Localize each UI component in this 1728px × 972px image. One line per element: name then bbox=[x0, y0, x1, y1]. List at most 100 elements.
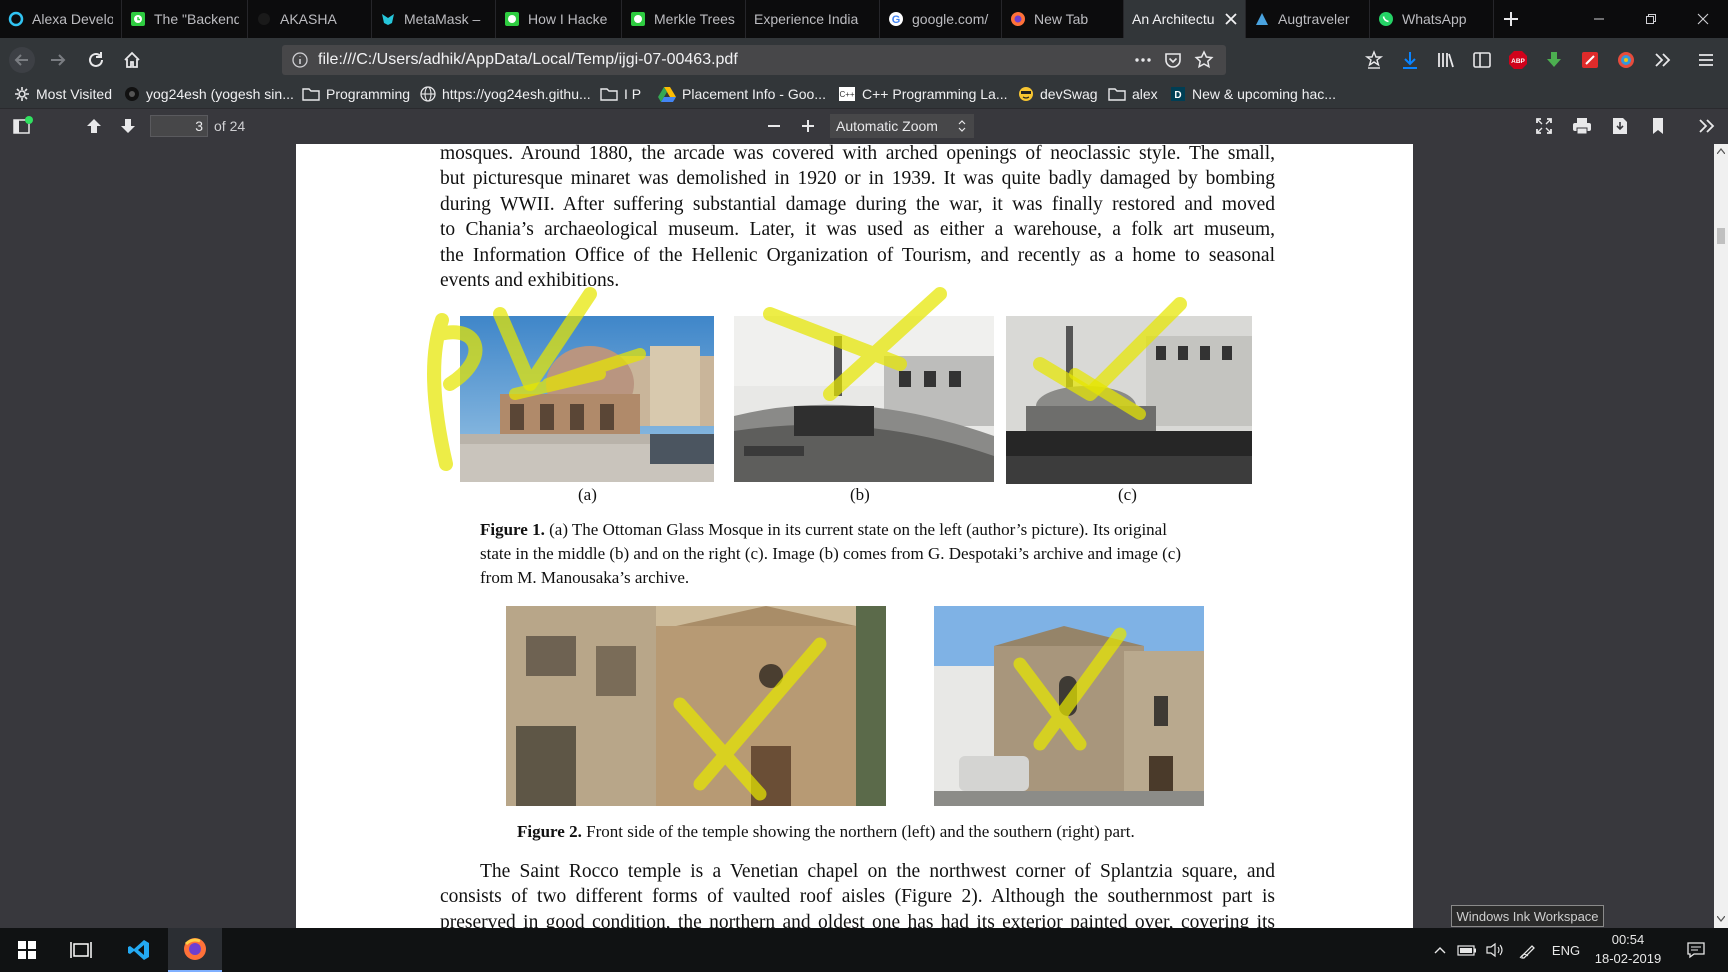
tab-new-tab[interactable]: New Tab bbox=[1002, 0, 1124, 38]
select-arrows-icon bbox=[958, 114, 966, 138]
svg-text:ABP: ABP bbox=[1511, 58, 1525, 65]
bookmark-new-upcoming-hackathons[interactable]: D New & upcoming hac... bbox=[1170, 80, 1336, 108]
bookmark-ip[interactable]: I P bbox=[600, 80, 641, 108]
globe-icon bbox=[420, 86, 436, 102]
page-actions-icon[interactable] bbox=[1134, 51, 1152, 69]
home-icon[interactable] bbox=[116, 46, 148, 74]
toggle-sidebar-icon[interactable] bbox=[6, 111, 38, 141]
bookmark-most-visited[interactable]: Most Visited bbox=[14, 80, 112, 108]
library-icon[interactable] bbox=[1430, 46, 1462, 74]
sidebar-toggle-icon[interactable] bbox=[1466, 46, 1498, 74]
input-language[interactable]: ENG bbox=[1548, 928, 1584, 972]
minimize-window-icon[interactable] bbox=[1576, 0, 1622, 38]
page-number-input[interactable]: 3 bbox=[150, 115, 208, 137]
scroll-down-arrow-icon[interactable] bbox=[1717, 916, 1725, 922]
folder-icon bbox=[600, 86, 618, 102]
tab-alexa[interactable]: Alexa Develo bbox=[0, 0, 122, 38]
clock[interactable]: 00:54 18-02-2019 bbox=[1588, 930, 1668, 970]
gear-icon bbox=[14, 86, 30, 102]
vertical-scrollbar[interactable] bbox=[1714, 144, 1728, 928]
close-tab-icon[interactable] bbox=[1225, 13, 1237, 25]
adblock-plus-icon[interactable]: ABP bbox=[1502, 46, 1534, 74]
windows-ink-pen-icon[interactable] bbox=[1512, 928, 1544, 972]
back-arrow-icon[interactable] bbox=[6, 46, 38, 74]
firefox-taskbar-icon[interactable] bbox=[168, 928, 222, 972]
vscode-taskbar-icon[interactable] bbox=[112, 928, 166, 972]
tab-title: New Tab bbox=[1034, 11, 1089, 27]
tab-whatsapp[interactable]: WhatsApp bbox=[1370, 0, 1494, 38]
pocket-icon[interactable] bbox=[1164, 51, 1182, 69]
reading-list-icon[interactable] bbox=[1358, 46, 1390, 74]
new-tab-plus-icon[interactable] bbox=[1498, 6, 1524, 32]
volume-icon[interactable] bbox=[1482, 928, 1508, 972]
tab-backend[interactable]: The "Backend bbox=[122, 0, 248, 38]
folder-icon bbox=[302, 86, 320, 102]
scroll-up-arrow-icon[interactable] bbox=[1717, 148, 1725, 154]
tab-title: Alexa Develo bbox=[32, 11, 113, 27]
url-text[interactable]: file:///C:/Users/adhik/AppData/Local/Tem… bbox=[318, 45, 738, 75]
forward-arrow-icon[interactable] bbox=[42, 46, 74, 74]
bookmark-yog24esh[interactable]: yog24esh (yogesh sin... bbox=[124, 80, 294, 108]
tools-chevron-icon[interactable] bbox=[1690, 111, 1722, 141]
battery-icon[interactable] bbox=[1454, 928, 1480, 972]
pen-extension-icon[interactable] bbox=[1574, 46, 1606, 74]
bookmark-placement-info[interactable]: Placement Info - Goo... bbox=[658, 80, 826, 108]
pdf-viewer[interactable]: mosques. Around 1880, the arcade was cov… bbox=[0, 144, 1714, 928]
tab-metamask[interactable]: MetaMask – bbox=[372, 0, 496, 38]
hamburger-menu-icon[interactable] bbox=[1690, 46, 1722, 74]
next-page-icon[interactable] bbox=[112, 111, 144, 141]
alexa-icon bbox=[8, 11, 24, 27]
overflow-chevron-icon[interactable] bbox=[1646, 46, 1678, 74]
tab-augtraveler[interactable]: Augtraveler bbox=[1246, 0, 1370, 38]
zoom-out-icon[interactable] bbox=[758, 111, 790, 141]
bookmark-label: New & upcoming hac... bbox=[1192, 86, 1336, 102]
augtraveler-icon bbox=[1254, 11, 1270, 27]
restore-window-icon[interactable] bbox=[1628, 0, 1674, 38]
green-download-extension-icon[interactable] bbox=[1538, 46, 1570, 74]
tab-title: Experience India bbox=[754, 11, 859, 27]
tab-an-architecture[interactable]: An Architectu bbox=[1124, 0, 1246, 38]
tab-merkle-trees[interactable]: Merkle Trees bbox=[622, 0, 746, 38]
zoom-select[interactable]: Automatic Zoom bbox=[830, 114, 974, 138]
bookmark-programming[interactable]: Programming bbox=[302, 80, 410, 108]
tab-title: MetaMask – bbox=[404, 11, 481, 27]
bookmark-label: alex bbox=[1132, 86, 1158, 102]
show-hidden-icons-chevron-icon[interactable] bbox=[1428, 928, 1452, 972]
tab-experience-india[interactable]: Experience India bbox=[746, 0, 880, 38]
svg-text:C++: C++ bbox=[839, 90, 854, 99]
bookmark-yog24esh-github-io[interactable]: https://yog24esh.githu... bbox=[420, 80, 591, 108]
windows-ink-workspace-tooltip: Windows Ink Workspace bbox=[1451, 905, 1604, 927]
tab-how-i-hacked[interactable]: How I Hacke bbox=[496, 0, 622, 38]
save-download-icon[interactable] bbox=[1604, 111, 1636, 141]
tab-akasha[interactable]: AKASHA bbox=[248, 0, 372, 38]
green-clock-icon bbox=[504, 11, 520, 27]
bookmark-devswag[interactable]: devSwag bbox=[1018, 80, 1098, 108]
scroll-thumb[interactable] bbox=[1717, 228, 1725, 244]
page-count: of 24 bbox=[214, 118, 246, 134]
url-bar[interactable]: file:///C:/Users/adhik/AppData/Local/Tem… bbox=[282, 45, 1226, 75]
bookmark-cpp-programming[interactable]: C++ C++ Programming La... bbox=[838, 80, 1008, 108]
multicolor-extension-icon[interactable] bbox=[1610, 46, 1642, 74]
bookmark-current-view-icon[interactable] bbox=[1642, 111, 1674, 141]
ink-annotations bbox=[427, 287, 1187, 801]
tab-title: WhatsApp bbox=[1402, 11, 1467, 27]
windows-start-icon[interactable] bbox=[0, 928, 54, 972]
print-icon[interactable] bbox=[1566, 111, 1598, 141]
download-icon[interactable] bbox=[1394, 46, 1426, 74]
info-icon[interactable] bbox=[292, 52, 308, 68]
bookmark-label: Placement Info - Goo... bbox=[682, 86, 826, 102]
bookmark-star-icon[interactable] bbox=[1194, 50, 1214, 70]
action-center-icon[interactable] bbox=[1676, 928, 1716, 972]
svg-text:D: D bbox=[1174, 90, 1181, 101]
bookmark-alex[interactable]: alex bbox=[1108, 80, 1158, 108]
folder-icon bbox=[1108, 86, 1126, 102]
zoom-in-icon[interactable] bbox=[792, 111, 824, 141]
close-window-icon[interactable] bbox=[1680, 0, 1726, 38]
tab-google[interactable]: G google.com/ bbox=[880, 0, 1002, 38]
previous-page-icon[interactable] bbox=[78, 111, 110, 141]
reload-icon[interactable] bbox=[80, 46, 112, 74]
tab-title: Augtraveler bbox=[1278, 11, 1350, 27]
presentation-mode-icon[interactable] bbox=[1528, 111, 1560, 141]
task-view-icon[interactable] bbox=[54, 928, 108, 972]
tab-title: How I Hacke bbox=[528, 11, 608, 27]
